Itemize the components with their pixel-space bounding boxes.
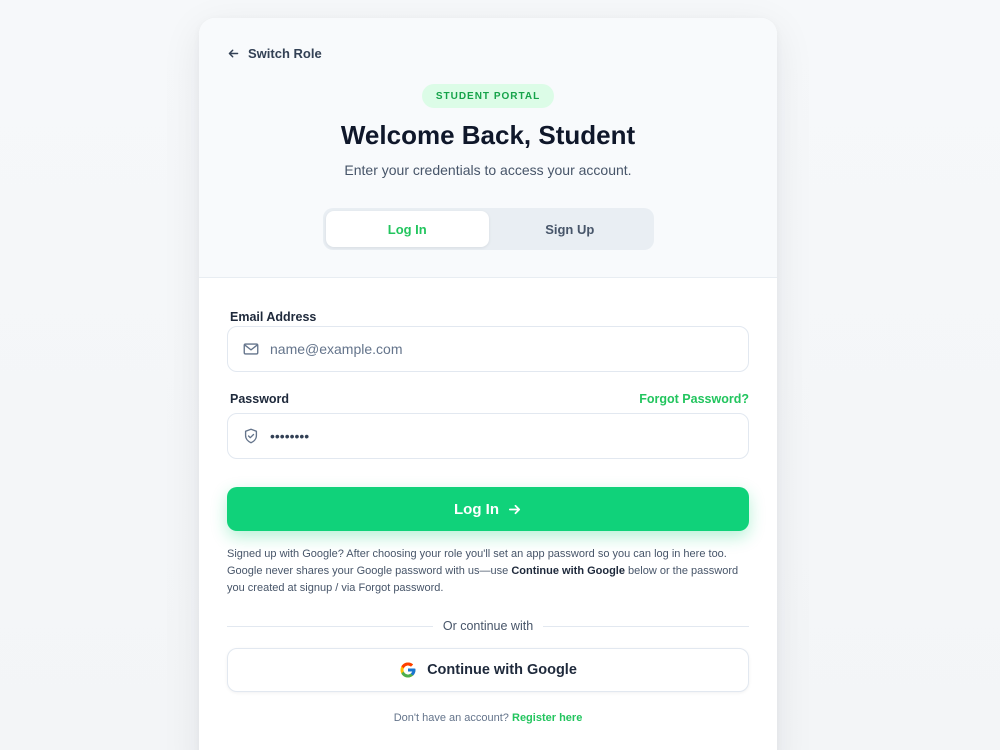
divider-line-right (543, 625, 750, 627)
arrow-right-icon (508, 504, 521, 514)
mail-icon (243, 343, 259, 355)
google-icon (400, 662, 416, 678)
password-input[interactable] (270, 428, 740, 444)
login-button-label: Log In (454, 500, 499, 518)
auth-tabs: Log In Sign Up (323, 208, 654, 250)
register-prompt-text: Don't have an account? (393, 712, 509, 724)
email-field-wrapper (227, 326, 749, 372)
page: Switch Role STUDENT PORTAL Welcome Back,… (0, 0, 1000, 750)
forgot-password-link[interactable]: Forgot Password? (639, 392, 749, 406)
divider: Or continue with (227, 618, 750, 634)
divider-line-left (227, 625, 433, 627)
divider-text: Or continue with (442, 619, 534, 633)
login-card: Switch Role STUDENT PORTAL Welcome Back,… (199, 18, 777, 750)
google-login-button[interactable]: Continue with Google (227, 648, 749, 692)
login-button[interactable]: Log In (227, 487, 749, 531)
page-title: Welcome Back, Student (340, 120, 636, 150)
switch-role-link[interactable]: Switch Role (227, 46, 322, 61)
page-subtitle: Enter your credentials to access your ac… (344, 162, 632, 178)
email-label: Email Address (230, 310, 317, 324)
email-input[interactable] (270, 341, 740, 357)
card-header: Switch Role STUDENT PORTAL Welcome Back,… (199, 18, 777, 278)
password-field-wrapper (227, 413, 749, 459)
google-password-note: Signed up with Google? After choosing yo… (227, 546, 749, 597)
google-button-label: Continue with Google (427, 662, 577, 678)
switch-role-label: Switch Role (248, 46, 322, 61)
password-label: Password (230, 392, 290, 406)
note-text-bold: Continue with Google (511, 565, 625, 577)
tab-login[interactable]: Log In (326, 211, 489, 247)
tab-signup[interactable]: Sign Up (489, 211, 652, 247)
portal-badge: STUDENT PORTAL (422, 84, 554, 108)
register-prompt: Don't have an account? Register here (199, 712, 777, 724)
arrow-left-icon (228, 49, 239, 58)
register-link[interactable]: Register here (512, 712, 582, 724)
shield-check-icon (244, 428, 258, 444)
